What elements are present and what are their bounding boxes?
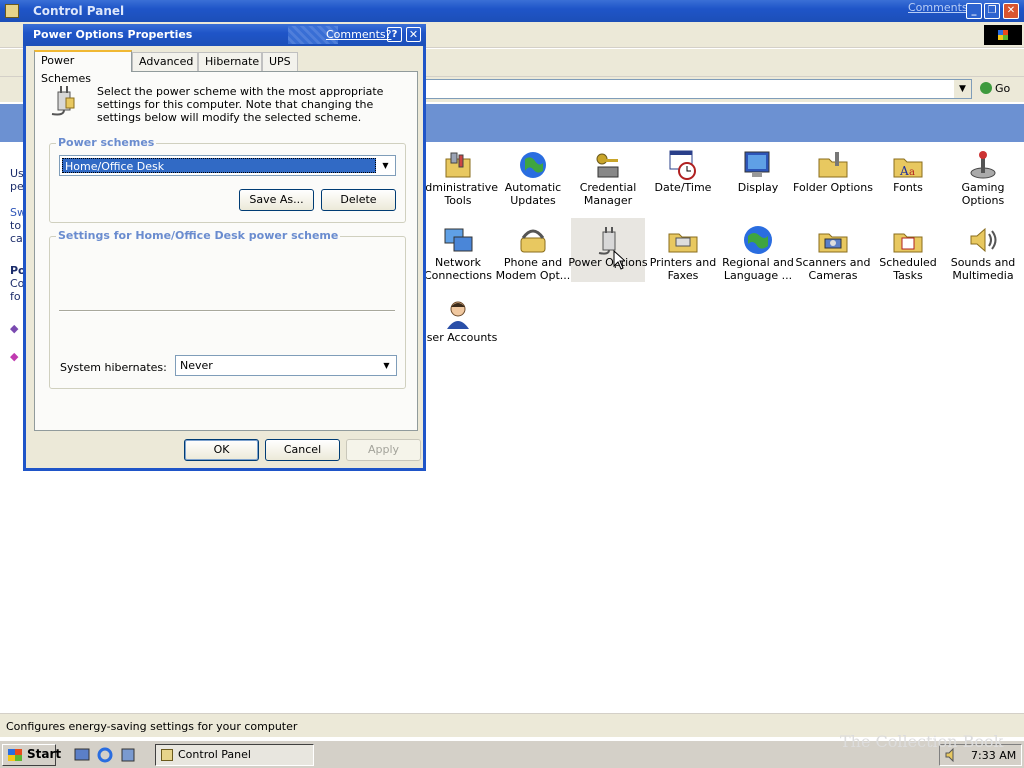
window-title: Control Panel xyxy=(33,4,125,18)
chevron-down-icon[interactable]: ▼ xyxy=(378,357,395,374)
icon-scheduled-tasks[interactable]: Scheduled Tasks xyxy=(871,218,945,282)
start-button[interactable]: Start xyxy=(2,744,61,766)
watermark: The Collection Book xyxy=(840,732,1004,751)
help-button[interactable]: ? xyxy=(387,27,402,42)
power-scheme-select[interactable]: Home/Office Desk ▼ xyxy=(59,155,396,176)
tab-hibernate[interactable]: Hibernate xyxy=(198,52,262,72)
comments-link[interactable]: Comments? xyxy=(908,1,973,14)
save-as-button[interactable]: Save As... xyxy=(239,189,314,211)
tab-advanced[interactable]: Advanced xyxy=(132,52,198,72)
internet-explorer-icon[interactable] xyxy=(97,747,113,763)
minimize-button[interactable]: _ xyxy=(966,3,982,19)
taskbar-control-panel-button[interactable]: Control Panel xyxy=(155,744,314,766)
chevron-down-icon[interactable]: ▼ xyxy=(377,157,394,174)
control-panel-icon xyxy=(161,749,173,761)
icon-automatic-updates[interactable]: Automatic Updates xyxy=(496,143,570,207)
phone-icon xyxy=(517,224,549,256)
user-icon xyxy=(442,299,474,331)
icon-regional-language[interactable]: Regional and Language ... xyxy=(721,218,795,282)
task-pane-text: ca xyxy=(10,232,23,245)
power-scheme-value: Home/Office Desk xyxy=(62,158,376,173)
task-pane-text: to xyxy=(10,219,22,232)
joystick-icon xyxy=(967,149,999,181)
go-button[interactable]: Go xyxy=(980,82,1010,95)
fonts-folder-icon: Aa xyxy=(892,149,924,181)
icon-phone-modem[interactable]: Phone and Modem Opt... xyxy=(496,218,570,282)
power-schemes-group-title: Power schemes xyxy=(56,136,157,149)
restore-button[interactable]: ❐ xyxy=(984,3,1000,19)
monitor-icon xyxy=(742,149,774,181)
svg-text:a: a xyxy=(909,167,915,178)
icon-power-options[interactable]: Power Options xyxy=(568,218,648,282)
power-plug-icon xyxy=(46,84,80,118)
settings-divider xyxy=(59,310,395,312)
dialog-comments-link[interactable]: Comments? xyxy=(326,28,391,41)
icon-administrative-tools[interactable]: Administrative Tools xyxy=(418,143,498,207)
globe-icon xyxy=(742,224,774,256)
folder-icon xyxy=(817,149,849,181)
icon-scanners-cameras[interactable]: Scanners and Cameras xyxy=(796,218,870,282)
address-dropdown-arrow-icon[interactable]: ▼ xyxy=(954,80,971,98)
power-options-dialog: Power Options Properties Comments? ? ✕ P… xyxy=(23,24,426,471)
task-pane-link-icon[interactable]: ◆ xyxy=(10,322,18,335)
address-input[interactable] xyxy=(420,79,972,99)
icon-gaming-options[interactable]: Gaming Options xyxy=(946,143,1020,207)
tab-power-schemes[interactable]: Power Schemes xyxy=(34,50,132,85)
icon-printers-faxes[interactable]: Printers and Faxes xyxy=(646,218,720,282)
calendar-folder-icon xyxy=(892,224,924,256)
hibernate-value: Never xyxy=(180,359,213,372)
icon-credential-manager[interactable]: Credential Manager xyxy=(571,143,645,207)
control-panel-icon xyxy=(5,4,19,18)
mouse-cursor-icon xyxy=(613,249,627,270)
media-player-icon[interactable] xyxy=(120,747,136,763)
icon-folder-options[interactable]: Folder Options xyxy=(793,143,873,207)
dialog-title: Power Options Properties xyxy=(33,28,193,41)
task-pane-text: Us xyxy=(10,167,24,180)
icon-network-connections[interactable]: Network Connections xyxy=(421,218,495,282)
globe-update-icon xyxy=(517,149,549,181)
task-pane-link-icon[interactable]: ◆ xyxy=(10,350,18,363)
delete-button[interactable]: Delete xyxy=(321,189,396,211)
task-pane-text: pe xyxy=(10,180,24,193)
cancel-button[interactable]: Cancel xyxy=(265,439,340,461)
icon-user-accounts[interactable]: User Accounts xyxy=(419,293,497,357)
ok-button[interactable]: OK xyxy=(184,439,259,461)
windows-flag-icon xyxy=(8,749,22,761)
dialog-titlebar[interactable]: Power Options Properties Comments? ? ✕ xyxy=(23,24,426,46)
dialog-close-button[interactable]: ✕ xyxy=(406,27,421,42)
hibernate-select[interactable]: Never ▼ xyxy=(175,355,397,376)
printer-folder-icon xyxy=(667,224,699,256)
svg-text:A: A xyxy=(899,164,909,178)
icon-display[interactable]: Display xyxy=(721,143,795,207)
intro-text: Select the power scheme with the most ap… xyxy=(97,85,384,124)
icon-fonts[interactable]: Aa Fonts xyxy=(871,143,945,207)
camera-folder-icon xyxy=(817,224,849,256)
calendar-clock-icon xyxy=(667,149,699,181)
tab-ups[interactable]: UPS xyxy=(262,52,298,72)
hibernate-label: System hibernates: xyxy=(60,361,167,374)
status-text: Configures energy-saving settings for yo… xyxy=(6,720,298,733)
control-panel-titlebar[interactable]: Control Panel Comments? _ ❐ ✕ xyxy=(0,0,1024,22)
apply-button[interactable]: Apply xyxy=(346,439,421,461)
speaker-icon xyxy=(967,224,999,256)
icon-date-time[interactable]: Date/Time xyxy=(646,143,720,207)
scheme-settings-group-title: Settings for Home/Office Desk power sche… xyxy=(56,229,341,242)
keys-icon xyxy=(592,149,624,181)
close-button[interactable]: ✕ xyxy=(1003,3,1019,19)
icon-sounds-multimedia[interactable]: Sounds and Multimedia xyxy=(946,218,1020,282)
network-icon xyxy=(442,224,474,256)
windows-logo-icon xyxy=(984,25,1022,45)
task-pane-text: fo xyxy=(10,290,21,303)
go-arrow-icon xyxy=(980,82,992,94)
administrative-tools-icon xyxy=(442,149,474,181)
show-desktop-icon[interactable] xyxy=(74,747,90,763)
